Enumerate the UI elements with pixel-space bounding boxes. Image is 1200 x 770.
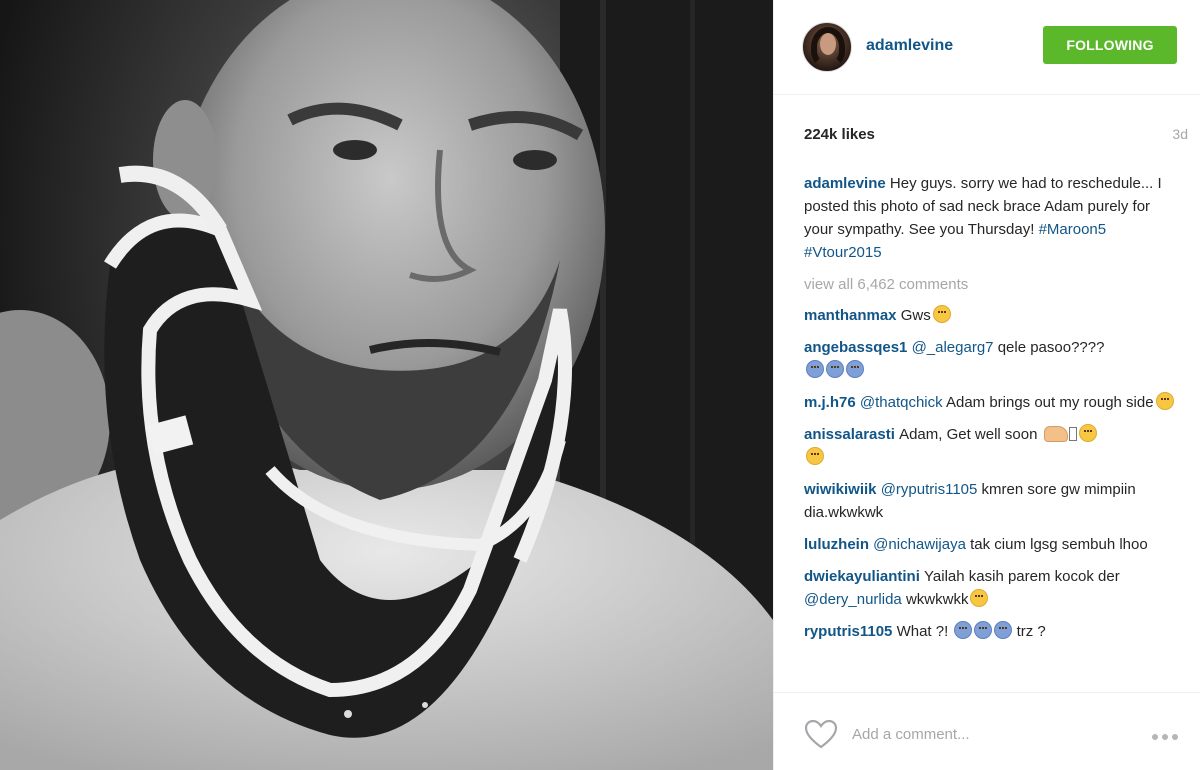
comment-username[interactable]: anissalarasti [804,426,899,443]
comment-username[interactable]: luluzhein [804,536,873,553]
caption-username[interactable]: adamlevine [804,175,890,192]
comment-text-end: wkwkwkk [905,591,969,608]
comment-mention[interactable]: @ryputris1105 [881,481,982,498]
comment-item: ryputris1105 What ?! trz ? [804,620,1176,643]
post-photo[interactable] [0,0,773,770]
scared-face-emoji-icon [974,621,993,639]
likes-count[interactable]: 224k likes [804,126,875,143]
scared-face-emoji-icon [846,360,864,378]
comment-mention[interactable]: @thatqchick [860,394,946,411]
comment-item: luluzhein @nichawijaya tak cium lgsg sem… [804,533,1176,556]
comment-text: Yailah kasih parem kocok der [924,568,1120,585]
more-icon[interactable] [1152,727,1186,740]
winking-kiss-emoji-icon [806,447,824,465]
comment-text: tak cium lgsg sembuh lhoo [970,536,1148,553]
post-age[interactable]: 3d [1172,126,1188,142]
comments-list[interactable]: adamlevine Hey guys. sorry we had to res… [804,172,1176,687]
comment-item: wiwikiwiik @ryputris1105 kmren sore gw m… [804,478,1176,524]
unknown-glyph-icon [1068,427,1077,441]
comment-mention[interactable]: @dery_nurlida [804,591,906,608]
flexed-biceps-emoji-icon [1043,426,1068,442]
comment-username[interactable]: manthanmax [804,307,901,324]
comment-mention[interactable]: @_alegarg7 [912,339,998,356]
comment-username[interactable]: angebassqes1 [804,339,912,356]
grinning-face-emoji-icon [970,589,989,607]
post-footer [774,692,1200,770]
comment-text: Adam, Get well soon [899,426,1038,443]
scared-face-emoji-icon [826,360,844,378]
comment-item: anissalarasti Adam, Get well soon [804,423,1176,469]
comment-text: What ?! [896,623,949,640]
post-side-panel: adamlevine FOLLOWING 224k likes 3d adaml… [773,0,1200,770]
caption: adamlevine Hey guys. sorry we had to res… [804,172,1176,264]
comment-username[interactable]: dwiekayuliantini [804,568,924,585]
heart-icon[interactable] [804,719,838,749]
comment-text-end: trz ? [1016,623,1046,640]
scared-face-emoji-icon [994,621,1013,639]
avatar[interactable] [802,22,852,72]
comment-username[interactable]: ryputris1105 [804,623,897,640]
comment-username[interactable]: m.j.h76 [804,394,860,411]
comment-text: Adam brings out my rough side [945,394,1154,411]
comment-text: Gws [900,307,931,324]
comment-text: qele pasoo???? [997,339,1105,356]
comment-item: manthanmax Gws [804,304,1176,327]
post-header: adamlevine FOLLOWING [774,0,1200,95]
add-comment-input[interactable] [852,719,1112,749]
comment-mention[interactable]: @nichawijaya [873,536,970,553]
view-all-comments-link[interactable]: view all 6,462 comments [804,273,1176,296]
comment-item: m.j.h76 @thatqchick Adam brings out my r… [804,391,1176,414]
comment-username[interactable]: wiwikiwiik [804,481,881,498]
comment-item: angebassqes1 @_alegarg7 qele pasoo???? [804,336,1176,382]
scared-face-emoji-icon [806,360,824,378]
comment-item: dwiekayuliantini Yailah kasih parem koco… [804,565,1176,611]
header-username[interactable]: adamlevine [866,37,953,55]
tongue-face-emoji-icon [1155,392,1174,410]
persevering-face-emoji-icon [1078,424,1097,442]
scared-face-emoji-icon [954,621,973,639]
following-button[interactable]: FOLLOWING [1043,26,1177,64]
sad-face-emoji-icon [932,305,951,323]
